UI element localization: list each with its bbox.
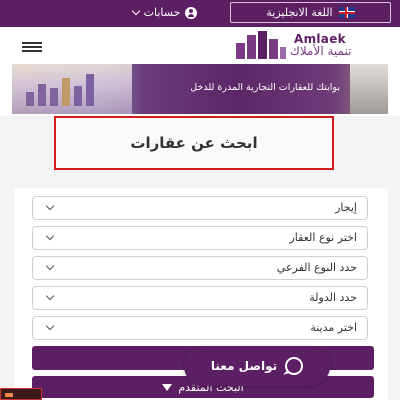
contact-us-button[interactable]: تواصل معنا (184, 346, 330, 386)
hamburger-menu-icon[interactable] (22, 42, 42, 52)
select-value: اختر مدينة (310, 321, 357, 334)
search-title-box: ابحث عن عقارات (54, 116, 334, 170)
select-value: حدد الدولة (309, 291, 357, 304)
corner-badge (0, 388, 42, 400)
search-title: ابحث عن عقارات (130, 134, 258, 152)
site-logo[interactable]: Amlaek تنمية الأملاك (236, 29, 376, 62)
select-value: إيجار (335, 201, 357, 214)
language-switch-button[interactable]: اللغة الانجليزية (230, 2, 391, 23)
user-icon (185, 6, 198, 19)
top-bar: اللغة الانجليزية حسابات (0, 0, 400, 27)
chevron-down-icon (45, 201, 55, 211)
chevron-down-icon (45, 231, 55, 241)
country-select[interactable]: حدد الدولة (32, 286, 368, 310)
chevron-down-icon (45, 291, 55, 301)
select-value: حدد النوع الفرعي (276, 261, 357, 274)
listing-type-select[interactable]: إيجار (32, 196, 368, 220)
accounts-label: حسابات (143, 6, 181, 19)
site-header: Amlaek تنمية الأملاك (0, 27, 400, 63)
banner-chart-image (12, 64, 132, 114)
city-select[interactable]: اختر مدينة (32, 316, 368, 340)
whatsapp-icon (285, 357, 304, 375)
hero-banner: بوابتك للعقارات التجارية المدرة للدخل (12, 64, 388, 114)
language-label: اللغة الانجليزية (266, 6, 333, 19)
property-type-select[interactable]: اختر نوع العقار (32, 226, 368, 250)
contact-label: تواصل معنا (210, 359, 278, 373)
banner-tagline: بوابتك للعقارات التجارية المدرة للدخل (190, 82, 340, 93)
accounts-menu[interactable]: حسابات (110, 4, 220, 21)
chevron-down-icon (45, 321, 55, 331)
subtype-select[interactable]: حدد النوع الفرعي (32, 256, 368, 280)
triangle-down-icon (162, 383, 173, 391)
chevron-down-icon (131, 6, 140, 15)
logo-text-arabic: تنمية الأملاك (290, 44, 352, 58)
chevron-down-icon (45, 261, 55, 271)
select-value: اختر نوع العقار (289, 231, 358, 244)
logo-mark-icon (236, 31, 286, 59)
uk-flag-icon (338, 7, 355, 18)
banner-building-image (350, 64, 388, 114)
